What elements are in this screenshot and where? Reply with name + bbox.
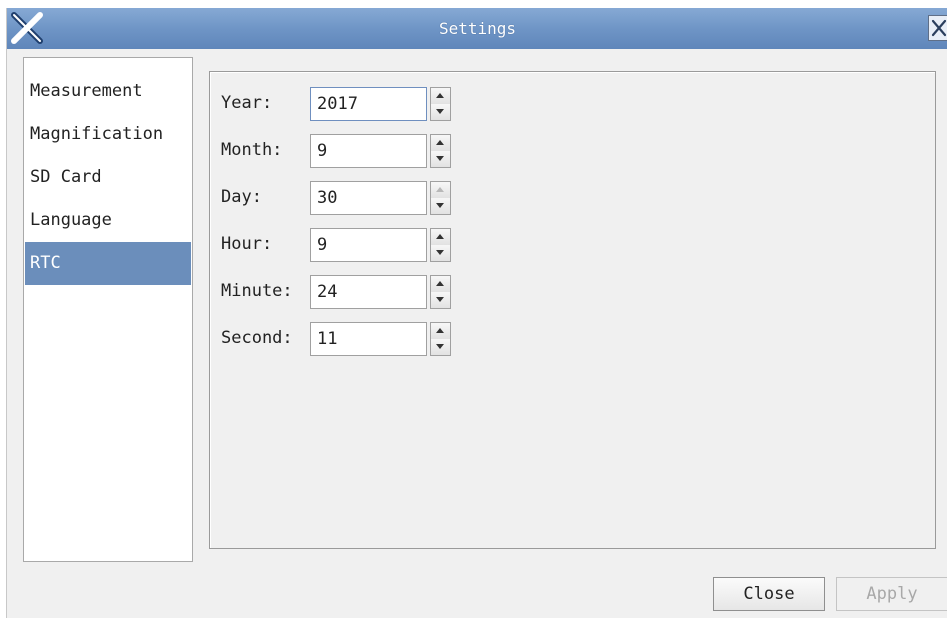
hour-increment-button[interactable] <box>431 229 450 246</box>
day-decrement-button[interactable] <box>431 198 450 214</box>
minute-label: Minute: <box>221 281 293 301</box>
second-increment-button[interactable] <box>431 323 450 340</box>
year-increment-button[interactable] <box>431 88 450 105</box>
year-label: Year: <box>221 93 273 113</box>
apply-button[interactable]: Apply <box>836 577 947 611</box>
close-icon <box>931 19 947 37</box>
triangle-down-icon <box>436 109 444 114</box>
minute-increment-button[interactable] <box>431 276 450 293</box>
triangle-up-icon <box>436 234 444 239</box>
sidebar-item-language[interactable]: Language <box>25 199 191 242</box>
triangle-down-icon <box>436 297 444 302</box>
sidebar-item-magnification[interactable]: Magnification <box>25 113 191 156</box>
second-decrement-button[interactable] <box>431 339 450 355</box>
triangle-up-icon <box>436 281 444 286</box>
settings-category-list: Measurement Magnification SD Card Langua… <box>23 57 193 562</box>
day-increment-button[interactable] <box>431 182 450 199</box>
hour-label: Hour: <box>221 234 273 254</box>
sidebar-item-rtc[interactable]: RTC <box>25 242 191 285</box>
triangle-up-icon <box>436 93 444 98</box>
second-label: Second: <box>221 328 293 348</box>
title-bar: Settings <box>7 8 947 49</box>
month-input[interactable]: 9 <box>310 134 427 168</box>
hour-spin-buttons <box>430 228 451 262</box>
sidebar-item-sd-card[interactable]: SD Card <box>25 156 191 199</box>
triangle-up-icon <box>436 328 444 333</box>
triangle-up-icon <box>436 187 444 192</box>
day-spin-buttons <box>430 181 451 215</box>
month-label: Month: <box>221 140 283 160</box>
hour-input[interactable]: 9 <box>310 228 427 262</box>
month-increment-button[interactable] <box>431 135 450 152</box>
triangle-down-icon <box>436 344 444 349</box>
year-spin-buttons <box>430 87 451 121</box>
day-input[interactable]: 30 <box>310 181 427 215</box>
triangle-down-icon <box>436 250 444 255</box>
close-button[interactable]: Close <box>713 577 825 611</box>
minute-input[interactable]: 24 <box>310 275 427 309</box>
triangle-up-icon <box>436 140 444 145</box>
sidebar-item-measurement[interactable]: Measurement <box>25 70 191 113</box>
month-spin-buttons <box>430 134 451 168</box>
month-decrement-button[interactable] <box>431 151 450 167</box>
minute-decrement-button[interactable] <box>431 292 450 308</box>
minute-spin-buttons <box>430 275 451 309</box>
window-title: Settings <box>438 19 517 38</box>
hour-decrement-button[interactable] <box>431 245 450 261</box>
year-decrement-button[interactable] <box>431 104 450 120</box>
window-close-button[interactable] <box>928 15 947 41</box>
settings-window: Settings Measurement Magnification SD Ca… <box>6 8 947 618</box>
year-input[interactable]: 2017 <box>310 87 427 121</box>
triangle-down-icon <box>436 203 444 208</box>
day-label: Day: <box>221 187 262 207</box>
second-spin-buttons <box>430 322 451 356</box>
second-input[interactable]: 11 <box>310 322 427 356</box>
triangle-down-icon <box>436 156 444 161</box>
